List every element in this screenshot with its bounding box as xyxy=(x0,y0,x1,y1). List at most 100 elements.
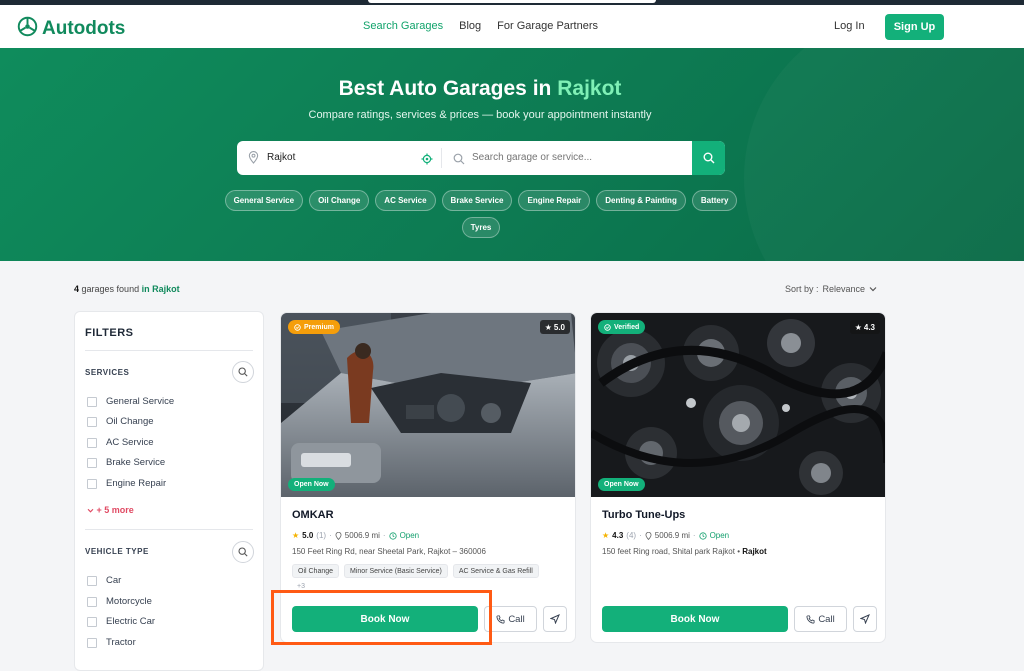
garage-reviews: (4) xyxy=(626,531,637,540)
star-icon: ★ xyxy=(854,322,862,332)
star-icon: ★ xyxy=(544,322,552,332)
open-now-badge: Open Now xyxy=(598,478,645,491)
vehicle-filter-title: VEHICLE TYPE xyxy=(85,547,149,556)
show-more-services[interactable]: + 5 more xyxy=(87,505,134,515)
more-tags[interactable]: +3 xyxy=(297,583,305,590)
filter-option[interactable]: Oil Change xyxy=(87,416,154,427)
hero-title: Best Auto Garages in Rajkot xyxy=(0,77,960,101)
garage-open-status: Open xyxy=(399,531,420,540)
checkbox[interactable] xyxy=(87,478,97,489)
login-link[interactable]: Log In xyxy=(834,20,865,32)
garage-meta: ★ 5.0 (1) · 5006.9 mi · Open xyxy=(292,531,419,540)
chip-brake-service[interactable]: Brake Service xyxy=(441,190,513,211)
filter-option[interactable]: General Service xyxy=(87,396,174,407)
hero-section: Best Auto Garages in Rajkot Compare rati… xyxy=(0,48,1024,261)
checkbox[interactable] xyxy=(87,616,97,627)
checkbox[interactable] xyxy=(87,596,97,607)
checkbox[interactable] xyxy=(87,637,97,648)
rating-pill: ★ 5.0 xyxy=(539,320,570,334)
brand-name: Autodots xyxy=(42,18,126,39)
premium-badge: Premium xyxy=(288,320,340,334)
results-city: in Rajkot xyxy=(141,284,180,294)
filter-option-label: Tractor xyxy=(106,637,136,648)
garage-rating: 5.0 xyxy=(302,531,314,540)
chip-engine-repair[interactable]: Engine Repair xyxy=(518,190,591,211)
search-input[interactable] xyxy=(472,152,672,163)
filter-option-label: Oil Change xyxy=(106,416,154,427)
vehicle-search-button[interactable] xyxy=(232,541,254,563)
garage-address: 150 feet Ring road, Shital park Rajkot •… xyxy=(602,547,767,556)
filter-option[interactable]: AC Service xyxy=(87,437,154,448)
nav-garage-partners[interactable]: For Garage Partners xyxy=(497,20,598,32)
garage-meta: ★ 4.3 (4) · 5006.9 mi · Open xyxy=(602,531,729,540)
location-pin-icon xyxy=(248,151,259,169)
nav-search-garages[interactable]: Search Garages xyxy=(363,20,443,32)
pin-icon xyxy=(645,531,652,540)
nav-blog[interactable]: Blog xyxy=(459,20,481,32)
checkbox[interactable] xyxy=(87,457,97,468)
filters-panel: FILTERS SERVICES General Service Oil Cha… xyxy=(74,311,264,671)
garage-name[interactable]: Turbo Tune-Ups xyxy=(602,509,685,521)
filter-option[interactable]: Engine Repair xyxy=(87,478,166,489)
garage-photo: Verified ★ 4.3 Open Now xyxy=(591,313,885,497)
phone-icon xyxy=(496,614,505,624)
separator-dot: · xyxy=(692,531,696,540)
top-navbar: Autodots Search Garages Blog For Garage … xyxy=(0,5,1024,48)
divider xyxy=(85,529,253,530)
hero-title-prefix: Best Auto Garages in xyxy=(338,77,552,100)
filters-title: FILTERS xyxy=(85,327,134,339)
target-icon[interactable] xyxy=(421,152,433,170)
filter-option[interactable]: Brake Service xyxy=(87,457,165,468)
call-button[interactable]: Call xyxy=(794,606,847,632)
filter-option-label: Motorcycle xyxy=(106,596,152,607)
verified-badge-label: Verified xyxy=(614,323,640,331)
nav-links: Search Garages Blog For Garage Partners xyxy=(363,20,598,32)
directions-button[interactable] xyxy=(543,606,567,632)
search-icon xyxy=(238,547,248,557)
open-now-badge: Open Now xyxy=(288,478,335,491)
chip-general-service[interactable]: General Service xyxy=(224,190,304,211)
filter-option[interactable]: Tractor xyxy=(87,637,136,648)
call-label: Call xyxy=(818,613,835,625)
chip-ac-service[interactable]: AC Service xyxy=(375,190,436,211)
checkbox[interactable] xyxy=(87,416,97,427)
separator-dot: · xyxy=(382,531,386,540)
sort-label: Sort by : xyxy=(785,284,819,294)
show-more-label: + 5 more xyxy=(96,505,134,515)
filter-option[interactable]: Motorcycle xyxy=(87,596,152,607)
call-label: Call xyxy=(508,613,525,625)
garage-address-line: 150 feet Ring road, Shital park Rajkot • xyxy=(602,547,740,556)
garage-card[interactable]: Verified ★ 4.3 Open Now Turbo Tune-Ups ★… xyxy=(590,312,886,643)
checkbox[interactable] xyxy=(87,396,97,407)
premium-badge-label: Premium xyxy=(304,323,334,331)
location-input[interactable]: Rajkot xyxy=(267,152,295,163)
filter-option[interactable]: Car xyxy=(87,575,121,586)
direction-icon xyxy=(860,614,870,624)
filter-option-label: AC Service xyxy=(106,437,154,448)
garage-distance: 5006.9 mi xyxy=(654,531,690,540)
garage-name[interactable]: OMKAR xyxy=(292,509,334,521)
results-number: 4 xyxy=(74,284,80,294)
separator-dot: · xyxy=(329,531,332,540)
checkbox[interactable] xyxy=(87,575,97,586)
direction-icon xyxy=(550,614,560,624)
signup-button[interactable]: Sign Up xyxy=(885,14,944,40)
directions-button[interactable] xyxy=(853,606,877,632)
browser-tab xyxy=(368,0,656,3)
chip-tyres[interactable]: Tyres xyxy=(461,217,501,238)
sort-dropdown[interactable]: Sort by : Relevance xyxy=(785,284,877,294)
search-button[interactable] xyxy=(692,141,725,175)
filter-option-label: Brake Service xyxy=(106,457,166,468)
checkbox[interactable] xyxy=(87,437,97,448)
brand-logo[interactable]: Autodots xyxy=(17,16,125,42)
hero-title-city: Rajkot xyxy=(557,77,622,100)
filter-option-label: Engine Repair xyxy=(106,478,167,489)
garage-address: 150 Feet Ring Rd, near Sheetal Park, Raj… xyxy=(292,547,486,556)
results-text: garages found xyxy=(81,284,140,294)
chip-oil-change[interactable]: Oil Change xyxy=(309,190,370,211)
filter-option[interactable]: Electric Car xyxy=(87,616,155,627)
chip-denting-painting[interactable]: Denting & Painting xyxy=(596,190,686,211)
chip-battery[interactable]: Battery xyxy=(691,190,738,211)
book-now-button[interactable]: Book Now xyxy=(602,606,788,632)
services-search-button[interactable] xyxy=(232,361,254,383)
